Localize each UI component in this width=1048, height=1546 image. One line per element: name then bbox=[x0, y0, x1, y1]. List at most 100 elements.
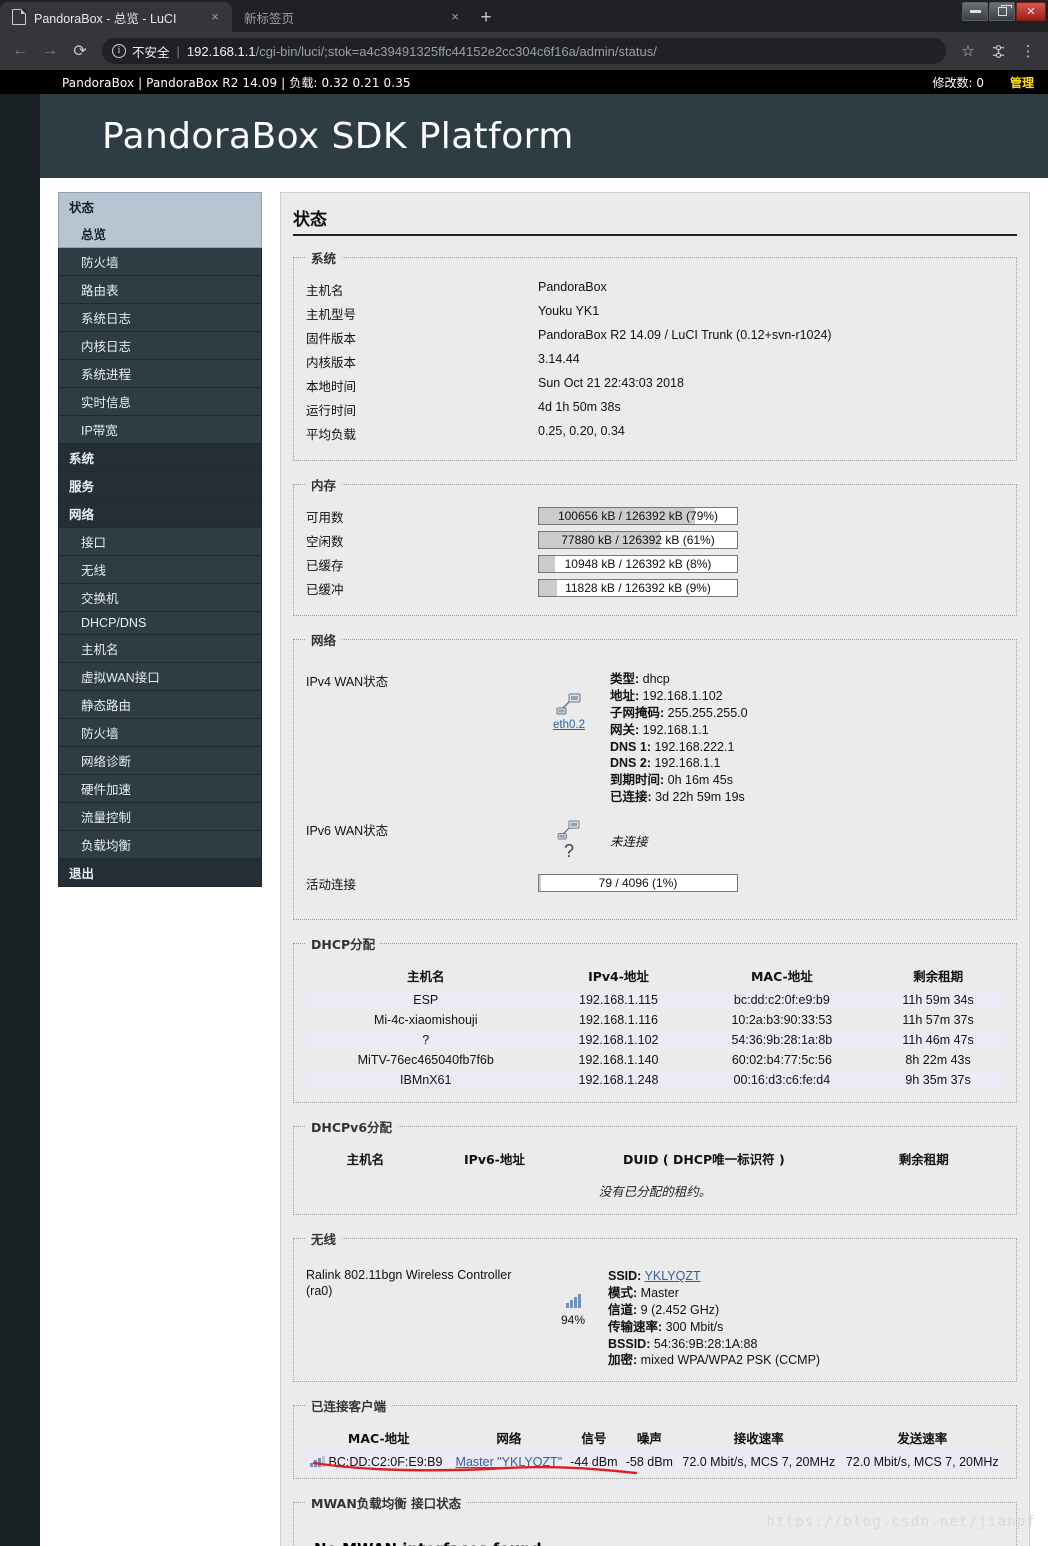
section-legend: DHCPv6分配 bbox=[311, 1120, 393, 1135]
browser-tab-active[interactable]: PandoraBox - 总览 - LuCI × bbox=[0, 2, 232, 32]
sidebar-item-hostnames[interactable]: 主机名 bbox=[58, 635, 262, 663]
close-icon[interactable]: × bbox=[446, 8, 464, 26]
bookmark-star-icon[interactable]: ☆ bbox=[954, 37, 982, 65]
field-value: 0.25, 0.20, 0.34 bbox=[538, 424, 625, 438]
sidebar-item-dhcp-dns[interactable]: DHCP/DNS bbox=[58, 612, 262, 635]
client-mac-text: BC:DD:C2:0F:E9:B9 bbox=[328, 1455, 443, 1470]
restore-button[interactable] bbox=[989, 2, 1015, 21]
detail-key: 加密: bbox=[608, 1353, 638, 1368]
sidebar-item-virtual-wan[interactable]: 虚拟WAN接口 bbox=[58, 663, 262, 691]
sidebar-item-firewall[interactable]: 防火墙 bbox=[58, 719, 262, 747]
browser-menu-icon[interactable]: ⋮ bbox=[1014, 37, 1042, 65]
reload-button[interactable]: ⟳ bbox=[66, 37, 94, 65]
watermark: https://blog.csdn.net/jianpf bbox=[766, 1514, 1036, 1530]
close-icon[interactable]: × bbox=[206, 8, 224, 26]
bar-label: 11828 kB / 126392 kB (9%) bbox=[565, 581, 711, 595]
detail-key: 网关: bbox=[610, 722, 640, 737]
forward-button[interactable]: → bbox=[36, 37, 64, 65]
sidebar-section-system[interactable]: 系统 bbox=[58, 444, 262, 472]
sidebar-item-kernel-log[interactable]: 内核日志 bbox=[58, 332, 262, 360]
detail-key: 已连接: bbox=[610, 790, 652, 805]
ethernet-icon bbox=[557, 820, 580, 840]
sidebar-item-logout[interactable]: 退出 bbox=[58, 859, 262, 887]
back-button[interactable]: ← bbox=[6, 37, 34, 65]
section-legend: 无线 bbox=[311, 1232, 337, 1247]
field-label: 本地时间 bbox=[306, 380, 357, 394]
wireless-device-name: Ralink 802.11bgn Wireless Controller (ra… bbox=[306, 1268, 512, 1298]
section-legend: 系统 bbox=[311, 251, 337, 266]
detail-value: 255.255.255.0 bbox=[667, 705, 748, 720]
kv-row: 平均负载 0.25, 0.20, 0.34 bbox=[306, 424, 1004, 443]
sidebar-group-status[interactable]: 状态 bbox=[58, 192, 262, 220]
sidebar-item-qos[interactable]: 流量控制 bbox=[58, 803, 262, 831]
browser-tab-newtab[interactable]: 新标签页 × bbox=[232, 2, 472, 32]
sidebar-item-overview[interactable]: 总览 bbox=[58, 220, 262, 248]
field-label: 可用数 bbox=[306, 511, 344, 525]
field-label: 内核版本 bbox=[306, 356, 357, 370]
field-label: 已缓存 bbox=[306, 559, 344, 573]
cell-ipv4: 192.168.1.248 bbox=[545, 1070, 692, 1090]
sidebar-item-wireless[interactable]: 无线 bbox=[58, 556, 262, 584]
page-brand-title: PandoraBox SDK Platform bbox=[102, 115, 574, 157]
kv-row-ipv6: IPv6 WAN状态 ? 未连接 bbox=[306, 820, 1004, 860]
sidebar-item-routes[interactable]: 路由表 bbox=[58, 276, 262, 304]
detail-value: 54:36:9B:28:1A:88 bbox=[653, 1336, 758, 1351]
info-circle-icon[interactable]: i bbox=[112, 44, 126, 58]
cell-mac: 60:02:b4:77:5c:56 bbox=[731, 1053, 832, 1067]
interface-column: ? bbox=[538, 820, 600, 860]
sidebar-item-realtime[interactable]: 实时信息 bbox=[58, 388, 262, 416]
wireless-details: SSID: YKLYQZT 模式: Master 信道: 9 (2.452 GH… bbox=[608, 1268, 820, 1369]
cell-client-tx: 72.0 Mbit/s, MCS 7, 20MHz bbox=[840, 1452, 1004, 1473]
close-window-button[interactable]: ✕ bbox=[1016, 2, 1046, 21]
dhcpv6-empty-message: 没有已分配的租约。 bbox=[598, 1185, 712, 1199]
sidebar-section-network[interactable]: 网络 bbox=[58, 500, 262, 528]
kv-row-connections: 活动连接 79 / 4096 (1%) bbox=[306, 874, 1004, 893]
client-network-link[interactable]: Master "YKLYQZT" bbox=[456, 1455, 563, 1469]
sidebar-item-hw-accel[interactable]: 硬件加速 bbox=[58, 775, 262, 803]
ssid-link[interactable]: YKLYQZT bbox=[645, 1269, 701, 1283]
table-row: ESP 192.168.1.115 bc:dd:c2:0f:e9:b9 11h … bbox=[306, 990, 1004, 1010]
detail-value: 9 (2.452 GHz) bbox=[640, 1302, 720, 1317]
minimize-icon bbox=[969, 10, 981, 13]
interface-link[interactable]: eth0.2 bbox=[553, 719, 585, 731]
field-label: 已缓冲 bbox=[306, 583, 344, 597]
dhcp-leases-table: 主机名 IPv4-地址 MAC-地址 剩余租期 ESP 192.168.1.11… bbox=[306, 961, 1004, 1090]
section-wireless: 无线 Ralink 802.11bgn Wireless Controller … bbox=[293, 1229, 1017, 1383]
section-associated-stations: 已连接客户端 MAC-地址 网络 信号 噪声 接收速率 发送速率 BC:DD:C… bbox=[293, 1396, 1017, 1480]
column-header: 噪声 bbox=[636, 1431, 662, 1447]
column-header: MAC-地址 bbox=[347, 1431, 410, 1447]
sidebar-item-diagnostics[interactable]: 网络诊断 bbox=[58, 747, 262, 775]
address-bar[interactable]: i 不安全 | 192.168.1.1 /cgi-bin/luci/;stok=… bbox=[102, 38, 946, 64]
section-legend: 内存 bbox=[311, 478, 337, 493]
tab-title: PandoraBox - 总览 - LuCI bbox=[34, 11, 177, 26]
new-tab-button[interactable]: + bbox=[472, 4, 500, 32]
detail-key: BSSID: bbox=[608, 1336, 651, 1351]
signal-bars-icon bbox=[565, 1294, 581, 1308]
minimize-button[interactable] bbox=[962, 2, 988, 21]
bar-label: 10948 kB / 126392 kB (8%) bbox=[564, 557, 712, 571]
column-header: 发送速率 bbox=[897, 1431, 948, 1447]
detail-value: 192.168.1.102 bbox=[642, 688, 723, 703]
field-label: 运行时间 bbox=[306, 404, 357, 418]
sidebar-section-services[interactable]: 服务 bbox=[58, 472, 262, 500]
sidebar-item-system-log[interactable]: 系统日志 bbox=[58, 304, 262, 332]
security-status-label: 不安全 bbox=[132, 45, 170, 60]
detail-value: 192.168.1.1 bbox=[642, 722, 709, 737]
sidebar-item-processes[interactable]: 系统进程 bbox=[58, 360, 262, 388]
admin-link[interactable]: 管理 bbox=[1010, 74, 1034, 91]
interface-column: eth0.2 bbox=[538, 671, 600, 731]
sidebar-item-ip-bandwidth[interactable]: IP带宽 bbox=[58, 416, 262, 444]
sidebar-item-switch[interactable]: 交换机 bbox=[58, 584, 262, 612]
luci-topbar: PandoraBox | PandoraBox R2 14.09 | 负载: 0… bbox=[0, 70, 1048, 94]
sidebar-item-firewall-status[interactable]: 防火墙 bbox=[58, 248, 262, 276]
table-header-row: 主机名 IPv6-地址 DUID ( DHCP唯一标识符 ) 剩余租期 bbox=[306, 1144, 1004, 1173]
omnibox-separator: | bbox=[176, 43, 180, 59]
cell-ipv4: 192.168.1.116 bbox=[579, 1013, 659, 1027]
sidebar-item-load-balance[interactable]: 负载均衡 bbox=[58, 831, 262, 859]
cell-hostname: MiTV-76ec465040fb7f6b bbox=[357, 1053, 494, 1067]
sidebar-item-interfaces[interactable]: 接口 bbox=[58, 528, 262, 556]
cell-hostname: ? bbox=[306, 1030, 546, 1050]
kv-row: 固件版本 PandoraBox R2 14.09 / LuCI Trunk (0.… bbox=[306, 328, 1004, 347]
extension-icon[interactable] bbox=[984, 37, 1012, 65]
sidebar-item-static-routes[interactable]: 静态路由 bbox=[58, 691, 262, 719]
